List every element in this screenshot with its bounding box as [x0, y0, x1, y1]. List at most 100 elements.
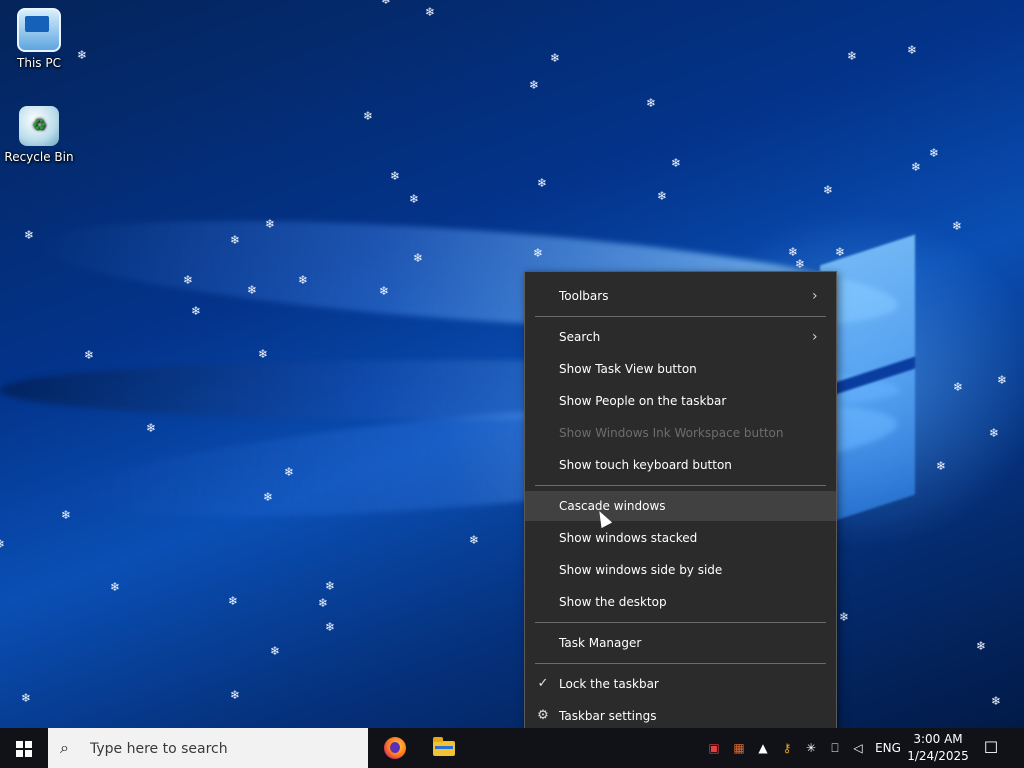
chevron-right-icon: ›	[812, 288, 818, 304]
snowflake-icon: ❄	[378, 284, 390, 298]
snowflake-icon: ❄	[262, 490, 274, 504]
snowflake-icon: ❄	[283, 465, 295, 479]
menu-separator	[535, 622, 826, 623]
menu-item-label: Cascade windows	[559, 499, 666, 513]
snowflake-icon: ❄	[910, 160, 922, 174]
taskbar-app-file-explorer[interactable]	[428, 732, 460, 764]
menu-item-label: Show Task View button	[559, 362, 697, 376]
taskbar-app-firefox[interactable]	[379, 732, 411, 764]
menu-item-taskbar-settings[interactable]: ⚙ Taskbar settings	[525, 701, 836, 731]
snowflake-icon: ❄	[362, 109, 374, 123]
snowflake-icon: ❄	[975, 639, 987, 653]
menu-item-show-windows-side-by-side[interactable]: Show windows side by side	[525, 555, 836, 585]
windows-logo-icon	[16, 741, 32, 757]
desktop-wallpaper[interactable]: ❄ ❄ ❄ ❄ ❄ ❄ ❄ ❄ ❄ ❄ ❄ ❄ ❄ ❄ ❄ ❄ ❄ ❄ ❄ ❄ ❄ ❄ ❄ ❄ ❄ ❄ ❄ ❄ ❄ ❄ ❄ ❄ ❄ ❄ ❄ ❄ ❄ ❄ ❄ ❄…	[0, 0, 1024, 728]
menu-item-label: Lock the taskbar	[559, 677, 659, 691]
menu-item-label: Search	[559, 330, 601, 344]
snowflake-icon: ❄	[297, 273, 309, 287]
snowflake-icon: ❄	[60, 508, 72, 522]
menu-item-search[interactable]: Search ›	[525, 322, 836, 352]
snowflake-icon: ❄	[846, 49, 858, 63]
menu-item-toolbars[interactable]: Toolbars ›	[525, 281, 836, 311]
snowflake-icon: ❄	[645, 96, 657, 110]
snowflake-icon: ❄	[324, 579, 336, 593]
snowflake-icon: ❄	[990, 694, 1002, 708]
snowflake-icon: ❄	[20, 691, 32, 705]
key-icon[interactable]: ⚷	[779, 740, 795, 756]
snowflake-icon: ❄	[951, 219, 963, 233]
snowflake-icon: ❄	[794, 257, 806, 271]
menu-item-lock-the-taskbar[interactable]: ✓ Lock the taskbar	[525, 669, 836, 699]
snowflake-icon: ❄	[246, 283, 258, 297]
desktop-icon-recycle-bin[interactable]: ♻ Recycle Bin	[1, 106, 77, 164]
asterisk-icon[interactable]: ✳	[803, 740, 819, 756]
menu-item-task-manager[interactable]: Task Manager	[525, 628, 836, 658]
taskbar-search-box[interactable]: ⌕	[48, 728, 368, 768]
droplet-icon[interactable]: ▲	[755, 740, 771, 756]
taskbar[interactable]: ⌕ ▣ ▦ ▲ ⚷ ✳ ⎕ ◁ ENG 3:00 AM 1/24/2025 ☐	[0, 728, 1024, 768]
snowflake-icon: ❄	[257, 347, 269, 361]
clock[interactable]: 3:00 AM 1/24/2025	[905, 731, 971, 765]
snowflake-icon: ❄	[822, 183, 834, 197]
snowflake-icon: ❄	[988, 426, 1000, 440]
snowflake-icon: ❄	[83, 348, 95, 362]
snowflake-icon: ❄	[656, 189, 668, 203]
snowflake-icon: ❄	[549, 51, 561, 65]
snowflake-icon: ❄	[380, 0, 392, 7]
snowflake-icon: ❄	[190, 304, 202, 318]
volume-muted-icon[interactable]: ◁	[850, 740, 866, 756]
notification-center-icon[interactable]: ☐	[980, 737, 1002, 759]
clock-time: 3:00 AM	[913, 732, 963, 746]
menu-item-show-windows-stacked[interactable]: Show windows stacked	[525, 523, 836, 553]
firefox-icon	[384, 737, 406, 759]
language-indicator[interactable]: ENG	[872, 728, 904, 768]
snowflake-icon: ❄	[532, 246, 544, 260]
menu-item-show-touch-keyboard[interactable]: Show touch keyboard button	[525, 450, 836, 480]
menu-item-label: Show the desktop	[559, 595, 667, 609]
menu-item-label: Show windows side by side	[559, 563, 723, 577]
desktop-icon-label: Recycle Bin	[4, 150, 74, 164]
chevron-right-icon: ›	[812, 329, 818, 345]
folder-icon	[433, 737, 455, 756]
search-icon: ⌕	[60, 738, 69, 757]
menu-item-label: Show People on the taskbar	[559, 394, 727, 408]
network-adapter-icon[interactable]: ▦	[731, 740, 747, 756]
menu-item-label: Taskbar settings	[559, 709, 657, 723]
menu-separator	[535, 663, 826, 664]
start-button[interactable]	[0, 728, 48, 768]
snowflake-icon: ❄	[468, 533, 480, 547]
snowflake-icon: ❄	[229, 233, 241, 247]
snowflake-icon: ❄	[229, 688, 241, 702]
menu-item-cascade-windows[interactable]: Cascade windows	[525, 491, 836, 521]
snowflake-icon: ❄	[928, 146, 940, 160]
menu-item-show-the-desktop[interactable]: Show the desktop	[525, 587, 836, 617]
snowflake-icon: ❄	[834, 245, 846, 259]
recycle-bin-icon: ♻	[19, 106, 59, 146]
desktop-icon-this-pc[interactable]: This PC	[1, 8, 77, 70]
snowflake-icon: ❄	[906, 43, 918, 57]
security-icon[interactable]: ▣	[706, 740, 722, 756]
snowflake-icon: ❄	[227, 594, 239, 608]
checkmark-icon: ✓	[537, 676, 549, 691]
snowflake-icon: ❄	[670, 156, 682, 170]
menu-item-label: Show windows stacked	[559, 531, 698, 545]
snowflake-icon: ❄	[76, 48, 88, 62]
snowflake-icon: ❄	[182, 273, 194, 287]
snowflake-icon: ❄	[109, 580, 121, 594]
menu-separator	[535, 485, 826, 486]
clock-date: 1/24/2025	[907, 749, 969, 763]
snowflake-icon: ❄	[536, 176, 548, 190]
snowflake-icon: ❄	[264, 217, 276, 231]
snowflake-icon: ❄	[412, 251, 424, 265]
snowflake-icon: ❄	[408, 192, 420, 206]
menu-item-label: Task Manager	[559, 636, 642, 650]
menu-item-label: Toolbars	[559, 289, 609, 303]
snowflake-icon: ❄	[996, 373, 1008, 387]
search-input[interactable]	[88, 736, 362, 762]
menu-item-show-people[interactable]: Show People on the taskbar	[525, 386, 836, 416]
taskbar-context-menu: Toolbars › Search › Show Task View butto…	[524, 271, 837, 741]
network-icon[interactable]: ⎕	[827, 740, 843, 756]
snowflake-icon: ❄	[528, 78, 540, 92]
snowflake-icon: ❄	[952, 380, 964, 394]
menu-item-show-task-view-button[interactable]: Show Task View button	[525, 354, 836, 384]
